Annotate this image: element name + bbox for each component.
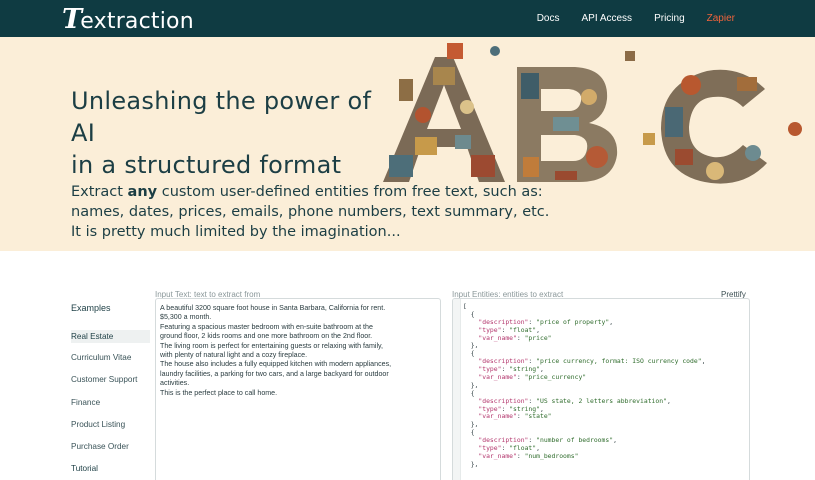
entities-json[interactable]: [ { "description": "price of property", …	[463, 299, 749, 469]
example-purchase-order[interactable]: Purchase Order	[71, 442, 129, 451]
examples-title: Examples	[71, 303, 111, 313]
editor-gutter	[453, 299, 461, 480]
json-object-close: },	[463, 380, 479, 389]
example-curriculum-vitae[interactable]: Curriculum Vitae	[71, 353, 131, 362]
nav-link-pricing[interactable]: Pricing	[654, 13, 685, 24]
nav-link-api-access[interactable]: API Access	[581, 13, 632, 24]
nav-link-zapier[interactable]: Zapier	[707, 13, 735, 24]
input-text-area[interactable]: A beautiful 3200 square foot house in Sa…	[155, 298, 441, 480]
json-object-close: },	[463, 420, 479, 429]
json-var_name-line: "var_name": "state"	[478, 412, 552, 421]
logo[interactable]: Textraction	[62, 4, 194, 35]
input-entities-editor[interactable]: [ { "description": "price of property", …	[452, 298, 750, 480]
top-navigation: Textraction Docs API Access Pricing Zapi…	[0, 0, 815, 37]
nav-links: Docs API Access Pricing Zapier	[537, 13, 735, 24]
example-tutorial[interactable]: Tutorial	[71, 464, 98, 473]
hero-headline: Unleashing the power of AI in a structur…	[71, 87, 372, 179]
json-object-close: },	[463, 459, 479, 468]
example-customer-support[interactable]: Customer Support	[71, 375, 137, 384]
abc-illustration	[383, 43, 802, 184]
example-product-listing[interactable]: Product Listing	[71, 420, 125, 429]
nav-link-docs[interactable]: Docs	[537, 13, 560, 24]
hero-section: Unleashing the power of AI in a structur…	[0, 37, 815, 251]
json-var_name-line: "var_name": "num_bedrooms"	[478, 451, 579, 460]
json-var_name-line: "var_name": "price"	[478, 333, 552, 342]
example-finance[interactable]: Finance	[71, 398, 100, 407]
json-open-bracket: [	[463, 302, 467, 310]
json-var_name-line: "var_name": "price_currency"	[478, 373, 587, 382]
example-real-estate[interactable]: Real Estate	[71, 330, 150, 343]
json-object-close: },	[463, 341, 479, 350]
input-text-value[interactable]: A beautiful 3200 square foot house in Sa…	[156, 299, 440, 403]
hero-subtext: Extract any custom user-defined entities…	[71, 184, 550, 240]
